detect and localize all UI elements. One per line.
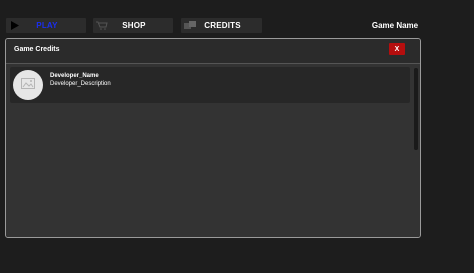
panel-title: Game Credits	[14, 46, 60, 53]
play-button[interactable]: PLAY	[6, 18, 86, 33]
developer-description: Developer_Description	[50, 81, 111, 87]
credits-button[interactable]: CREDITS	[181, 18, 262, 33]
image-placeholder-icon	[21, 76, 35, 94]
avatar	[13, 70, 43, 100]
panel-header: Game Credits X	[6, 39, 420, 64]
scrollbar[interactable]	[414, 68, 418, 150]
shop-button[interactable]: SHOP	[93, 18, 173, 33]
game-name: Game Name	[371, 21, 419, 30]
credits-label: CREDITS	[204, 21, 241, 30]
developer-name: Developer_Name	[50, 73, 99, 79]
scrollbar-thumb[interactable]	[414, 68, 418, 150]
play-label: PLAY	[36, 21, 58, 30]
credits-list[interactable]: Developer_Name Developer_Description	[6, 64, 420, 237]
list-item: Developer_Name Developer_Description	[10, 67, 410, 103]
shop-label: SHOP	[122, 21, 146, 30]
close-button[interactable]: X	[389, 43, 405, 55]
credits-panel: Game Credits X Developer_Name Developer_…	[5, 38, 421, 238]
